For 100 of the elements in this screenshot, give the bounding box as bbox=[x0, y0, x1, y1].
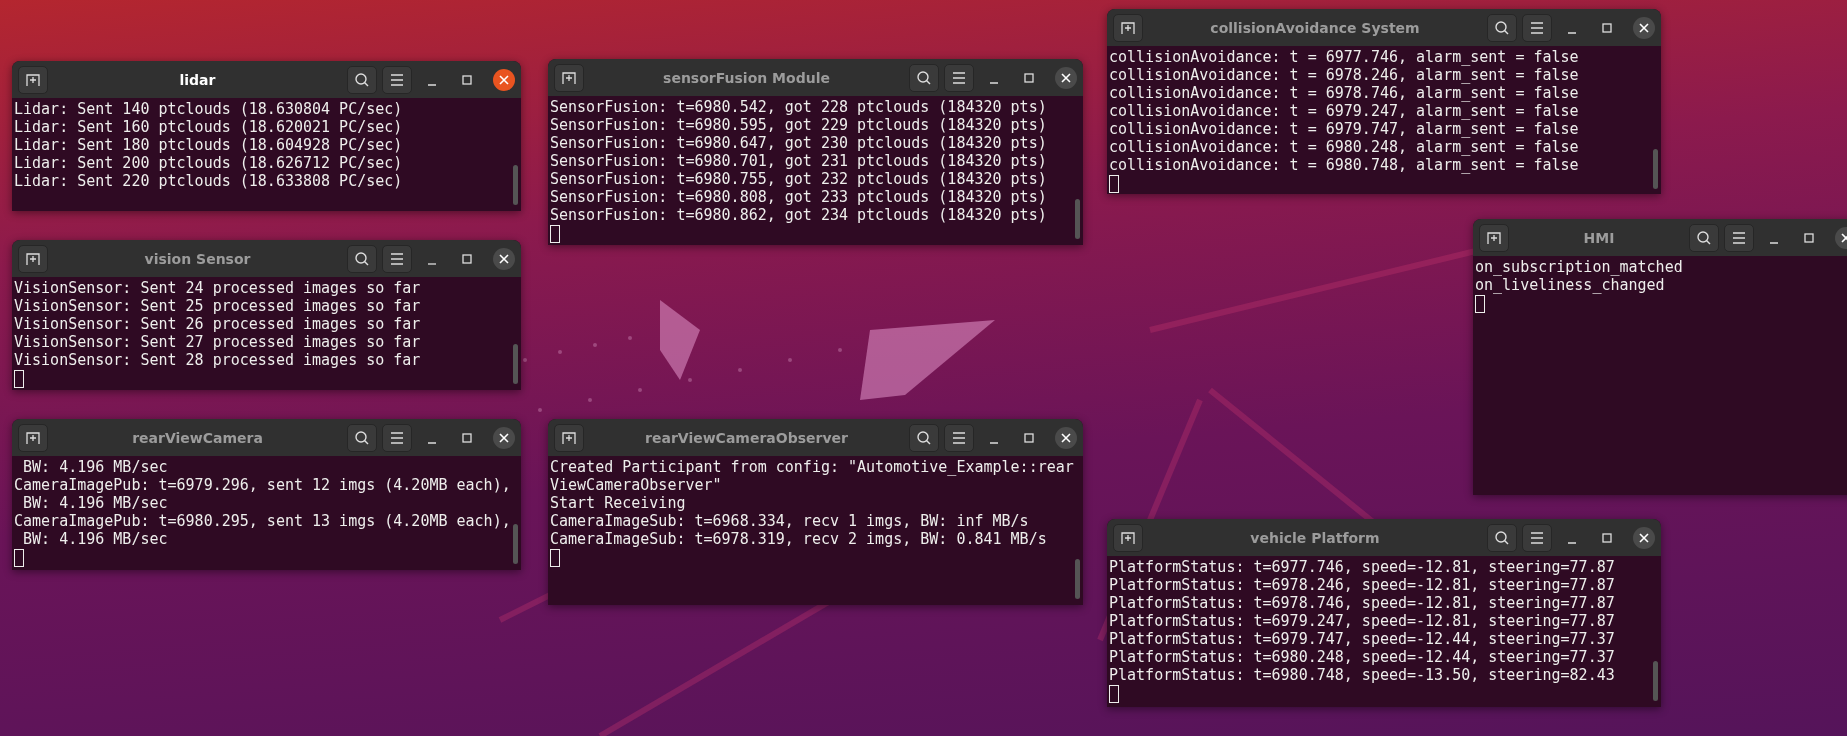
menu-button[interactable] bbox=[382, 244, 412, 273]
new-tab-icon bbox=[25, 429, 41, 446]
search-button[interactable] bbox=[1487, 523, 1517, 552]
terminal-line: VisionSensor: Sent 27 processed images so far bbox=[14, 333, 421, 351]
maximize-icon bbox=[1023, 71, 1035, 84]
scrollbar bbox=[1075, 559, 1080, 599]
new-tab-icon bbox=[1120, 19, 1136, 36]
close-button[interactable] bbox=[1633, 526, 1655, 549]
menu-button[interactable] bbox=[944, 423, 974, 452]
scrollbar bbox=[1653, 149, 1658, 189]
terminal-line: on_subscription_matched bbox=[1475, 258, 1683, 276]
close-icon bbox=[499, 74, 509, 85]
maximize-icon bbox=[461, 431, 473, 444]
new-tab-icon bbox=[25, 71, 41, 88]
maximize-icon bbox=[1803, 231, 1815, 244]
new-tab-icon bbox=[25, 250, 41, 267]
close-icon bbox=[1639, 532, 1649, 543]
menu-button[interactable] bbox=[1522, 523, 1552, 552]
close-icon bbox=[1639, 22, 1649, 33]
terminal-line: collisionAvoidance: t = 6979.747, alarm_sent = false bbox=[1109, 120, 1579, 138]
search-button[interactable] bbox=[347, 423, 377, 452]
close-icon bbox=[1061, 432, 1071, 443]
window-title: lidar bbox=[178, 71, 217, 88]
terminal-line: PlatformStatus: t=6980.748, speed=-13.50, steering=82.43 bbox=[1109, 666, 1615, 684]
close-icon bbox=[1061, 72, 1071, 83]
terminal-line: Lidar: Sent 220 ptclouds (18.633808 PC/sec) bbox=[14, 172, 403, 190]
new-tab-button[interactable] bbox=[1113, 13, 1143, 42]
terminal-line: collisionAvoidance: t = 6980.248, alarm_sent = false bbox=[1109, 138, 1579, 156]
new-tab-button[interactable] bbox=[1113, 523, 1143, 552]
terminal-line: Start Receiving bbox=[550, 494, 686, 512]
terminal-line: Lidar: Sent 140 ptclouds (18.630804 PC/sec) bbox=[14, 100, 403, 118]
scrollbar bbox=[1653, 661, 1658, 701]
terminal-line: Lidar: Sent 160 ptclouds (18.620021 PC/sec) bbox=[14, 118, 403, 136]
terminal-line: PlatformStatus: t=6978.746, speed=-12.81, steering=77.87 bbox=[1109, 594, 1615, 612]
close-button[interactable] bbox=[1055, 66, 1077, 89]
scrollbar bbox=[513, 165, 518, 205]
close-icon bbox=[499, 253, 509, 264]
search-icon bbox=[1494, 19, 1510, 36]
minimize-icon bbox=[1769, 241, 1779, 244]
menu-icon bbox=[1732, 231, 1746, 244]
menu-icon bbox=[952, 431, 966, 444]
terminal-line: SensorFusion: t=6980.647, got 230 ptclouds (184320 pts) bbox=[550, 134, 1047, 152]
search-button[interactable] bbox=[1487, 13, 1517, 42]
window-title: rearViewCamera bbox=[131, 429, 264, 446]
minimize-icon bbox=[427, 262, 437, 265]
search-icon bbox=[354, 71, 370, 88]
close-button[interactable] bbox=[493, 68, 515, 91]
terminal-line: Created Participant from config: "Automotive_Example::rear bbox=[550, 458, 1074, 476]
menu-icon bbox=[390, 252, 404, 265]
menu-button[interactable] bbox=[1724, 223, 1754, 252]
window-title: sensorFusion Module bbox=[662, 69, 831, 86]
close-icon bbox=[499, 432, 509, 443]
search-icon bbox=[916, 69, 932, 86]
new-tab-icon bbox=[561, 69, 577, 86]
minimize-icon bbox=[989, 81, 999, 84]
new-tab-icon bbox=[1120, 529, 1136, 546]
terminal-line: collisionAvoidance: t = 6978.746, alarm_sent = false bbox=[1109, 84, 1579, 102]
menu-button[interactable] bbox=[1522, 13, 1552, 42]
search-button[interactable] bbox=[347, 244, 377, 273]
menu-icon bbox=[1530, 21, 1544, 34]
terminal-line: SensorFusion: t=6980.701, got 231 ptclouds (184320 pts) bbox=[550, 152, 1047, 170]
new-tab-button[interactable] bbox=[18, 244, 48, 273]
terminal-line: SensorFusion: t=6980.808, got 233 ptclouds (184320 pts) bbox=[550, 188, 1047, 206]
terminal-line: CameraImagePub: t=6980.295, sent 13 imgs (4.20MB each), bbox=[14, 512, 511, 530]
close-button[interactable] bbox=[1633, 16, 1655, 39]
menu-icon bbox=[390, 431, 404, 444]
close-button[interactable] bbox=[493, 247, 515, 270]
window-title: vision Sensor bbox=[143, 250, 252, 267]
search-icon bbox=[354, 250, 370, 267]
search-icon bbox=[1696, 229, 1712, 246]
window-title: collisionAvoidance System bbox=[1209, 19, 1421, 36]
new-tab-button[interactable] bbox=[554, 423, 584, 452]
terminal-line: collisionAvoidance: t = 6980.748, alarm_sent = false bbox=[1109, 156, 1579, 174]
terminal-line: PlatformStatus: t=6977.746, speed=-12.81, steering=77.87 bbox=[1109, 558, 1615, 576]
terminal-line: SensorFusion: t=6980.595, got 229 ptclouds (184320 pts) bbox=[550, 116, 1047, 134]
new-tab-icon bbox=[561, 429, 577, 446]
menu-icon bbox=[390, 73, 404, 86]
close-button[interactable] bbox=[493, 426, 515, 449]
new-tab-button[interactable] bbox=[1479, 223, 1509, 252]
terminal-line: VisionSensor: Sent 28 processed images so far bbox=[14, 351, 421, 369]
new-tab-button[interactable] bbox=[18, 65, 48, 94]
new-tab-button[interactable] bbox=[18, 423, 48, 452]
new-tab-button[interactable] bbox=[554, 63, 584, 92]
minimize-icon bbox=[1567, 31, 1577, 34]
search-button[interactable] bbox=[347, 65, 377, 94]
search-icon bbox=[1494, 529, 1510, 546]
terminal-line: PlatformStatus: t=6980.248, speed=-12.44, steering=77.37 bbox=[1109, 648, 1615, 666]
terminal-line: PlatformStatus: t=6978.246, speed=-12.81, steering=77.87 bbox=[1109, 576, 1615, 594]
menu-button[interactable] bbox=[382, 423, 412, 452]
terminal-line: VisionSensor: Sent 26 processed images so far bbox=[14, 315, 421, 333]
search-button[interactable] bbox=[909, 423, 939, 452]
terminal-line: VisionSensor: Sent 25 processed images so far bbox=[14, 297, 421, 315]
window-title: HMI bbox=[1582, 229, 1616, 246]
search-button[interactable] bbox=[1689, 223, 1719, 252]
menu-button[interactable] bbox=[382, 65, 412, 94]
minimize-icon bbox=[989, 441, 999, 444]
menu-button[interactable] bbox=[944, 63, 974, 92]
search-button[interactable] bbox=[909, 63, 939, 92]
terminal-line: SensorFusion: t=6980.755, got 232 ptclouds (184320 pts) bbox=[550, 170, 1047, 188]
close-button[interactable] bbox=[1055, 426, 1077, 449]
